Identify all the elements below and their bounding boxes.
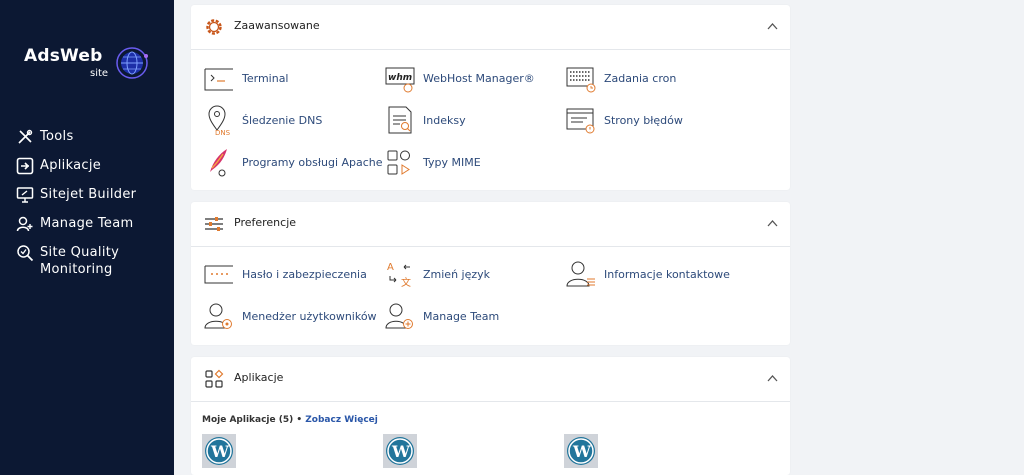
sidebar-item-tools[interactable]: Tools <box>16 128 166 157</box>
apps-icon <box>16 157 34 175</box>
svg-text:W: W <box>391 442 411 461</box>
sidebar-nav: Tools Aplikacje Sitejet Builder Manage T… <box>16 128 166 284</box>
terminal-icon <box>204 68 233 91</box>
item-label: Zadania cron <box>604 71 677 85</box>
item-label: Typy MIME <box>423 155 481 169</box>
sidebar: AdsWeb site Tools Aplikacje Sitejet Buil… <box>0 0 174 475</box>
chevron-up-icon[interactable] <box>767 374 778 382</box>
whm-link[interactable]: whm WebHost Manager® <box>384 62 535 94</box>
sidebar-item-aplikacje[interactable]: Aplikacje <box>16 157 166 186</box>
apps-panel: Aplikacje Moje Aplikacje (5) • Zobacz Wi… <box>191 357 790 475</box>
sitejet-icon <box>16 187 34 203</box>
see-more-link[interactable]: Zobacz Więcej <box>305 415 378 425</box>
item-label: Programy obsługi Apache <box>242 155 383 169</box>
svg-text:文: 文 <box>401 276 411 289</box>
brand-name: AdsWeb <box>24 46 103 66</box>
password-icon <box>204 265 233 284</box>
item-label: Strony błędów <box>604 113 683 127</box>
indexes-link[interactable]: Indeksy <box>384 104 466 136</box>
password-security-link[interactable]: Hasło i zabezpieczenia <box>203 258 367 290</box>
change-language-link[interactable]: A 文 Zmień język <box>384 258 490 290</box>
apache-handlers-link[interactable]: Programy obsługi Apache <box>203 146 383 178</box>
dns-tracking-link[interactable]: DNS Śledzenie DNS <box>203 104 322 136</box>
apache-icon <box>210 149 227 177</box>
error-pages-link[interactable]: Strony błędów <box>565 104 683 136</box>
whm-icon: whm <box>385 67 415 93</box>
item-label: Informacje kontaktowe <box>604 267 730 281</box>
indexes-icon <box>388 106 412 134</box>
svg-text:whm: whm <box>388 73 412 83</box>
sidebar-item-label: Tools <box>40 129 74 144</box>
advanced-panel: Zaawansowane Terminal whm WebHost Manage… <box>191 5 790 190</box>
svg-text:W: W <box>210 442 230 461</box>
item-label: Śledzenie DNS <box>242 113 323 127</box>
svg-text:W: W <box>572 442 592 461</box>
manage-team-link[interactable]: Manage Team <box>384 300 499 332</box>
cron-icon <box>566 67 596 93</box>
terminal-link[interactable]: Terminal <box>203 62 289 94</box>
language-icon: A 文 <box>387 262 411 289</box>
brand-sub: site <box>90 68 109 79</box>
preferences-panel: Preferencje Hasło i zabezpieczenia A 文 Z… <box>191 202 790 345</box>
manage-team-icon <box>385 303 413 329</box>
panel-title: Zaawansowane <box>234 19 320 32</box>
sidebar-item-label: Site Quality Monitoring <box>40 245 120 277</box>
wordpress-icon[interactable]: W <box>564 434 598 468</box>
tools-icon <box>18 129 33 144</box>
panel-title: Aplikacje <box>234 371 284 384</box>
dns-icon: DNS <box>208 105 231 136</box>
sliders-icon <box>205 217 223 231</box>
user-manager-link[interactable]: Menedżer użytkowników <box>203 300 377 332</box>
item-label: Indeksy <box>423 113 466 127</box>
contact-info-link[interactable]: Informacje kontaktowe <box>565 258 730 290</box>
apps-grid-icon <box>205 369 224 388</box>
my-apps-row: Moje Aplikacje (5) • Zobacz Więcej <box>202 415 378 425</box>
panel-header[interactable]: Zaawansowane <box>191 5 790 50</box>
item-label: WebHost Manager® <box>423 71 535 85</box>
contact-icon <box>566 261 595 287</box>
separator: • <box>293 415 306 425</box>
item-label: Manage Team <box>423 309 500 323</box>
mime-icon <box>387 150 410 175</box>
sidebar-item-site-quality-monitoring[interactable]: Site Quality Monitoring <box>16 244 166 284</box>
item-label: Menedżer użytkowników <box>242 309 377 323</box>
mime-types-link[interactable]: Typy MIME <box>384 146 481 178</box>
my-apps-count: Moje Aplikacje (5) <box>202 415 294 425</box>
team-icon <box>16 216 33 232</box>
panel-header[interactable]: Aplikacje <box>191 357 790 402</box>
sidebar-item-sitejet-builder[interactable]: Sitejet Builder <box>16 186 166 215</box>
cron-link[interactable]: Zadania cron <box>565 62 676 94</box>
gear-icon <box>206 19 222 35</box>
panel-header[interactable]: Preferencje <box>191 202 790 247</box>
wordpress-icon[interactable]: W <box>202 434 236 468</box>
sidebar-item-label: Manage Team <box>40 216 134 231</box>
sidebar-item-manage-team[interactable]: Manage Team <box>16 215 166 244</box>
item-label: Zmień język <box>423 267 491 281</box>
logo[interactable]: AdsWeb site <box>24 46 164 86</box>
site-quality-icon <box>17 245 34 262</box>
sidebar-item-label: Aplikacje <box>40 158 102 173</box>
sidebar-item-label: Sitejet Builder <box>40 187 137 202</box>
error-pages-icon <box>566 108 595 134</box>
item-label: Terminal <box>242 71 289 85</box>
chevron-up-icon[interactable] <box>767 22 778 30</box>
wordpress-icon[interactable]: W <box>383 434 417 468</box>
globe-icon <box>116 47 148 79</box>
svg-text:A: A <box>387 262 394 273</box>
item-label: Hasło i zabezpieczenia <box>242 267 367 281</box>
chevron-up-icon[interactable] <box>767 219 778 227</box>
svg-text:DNS: DNS <box>215 129 231 136</box>
user-manager-icon <box>204 303 232 329</box>
panel-title: Preferencje <box>234 216 297 229</box>
